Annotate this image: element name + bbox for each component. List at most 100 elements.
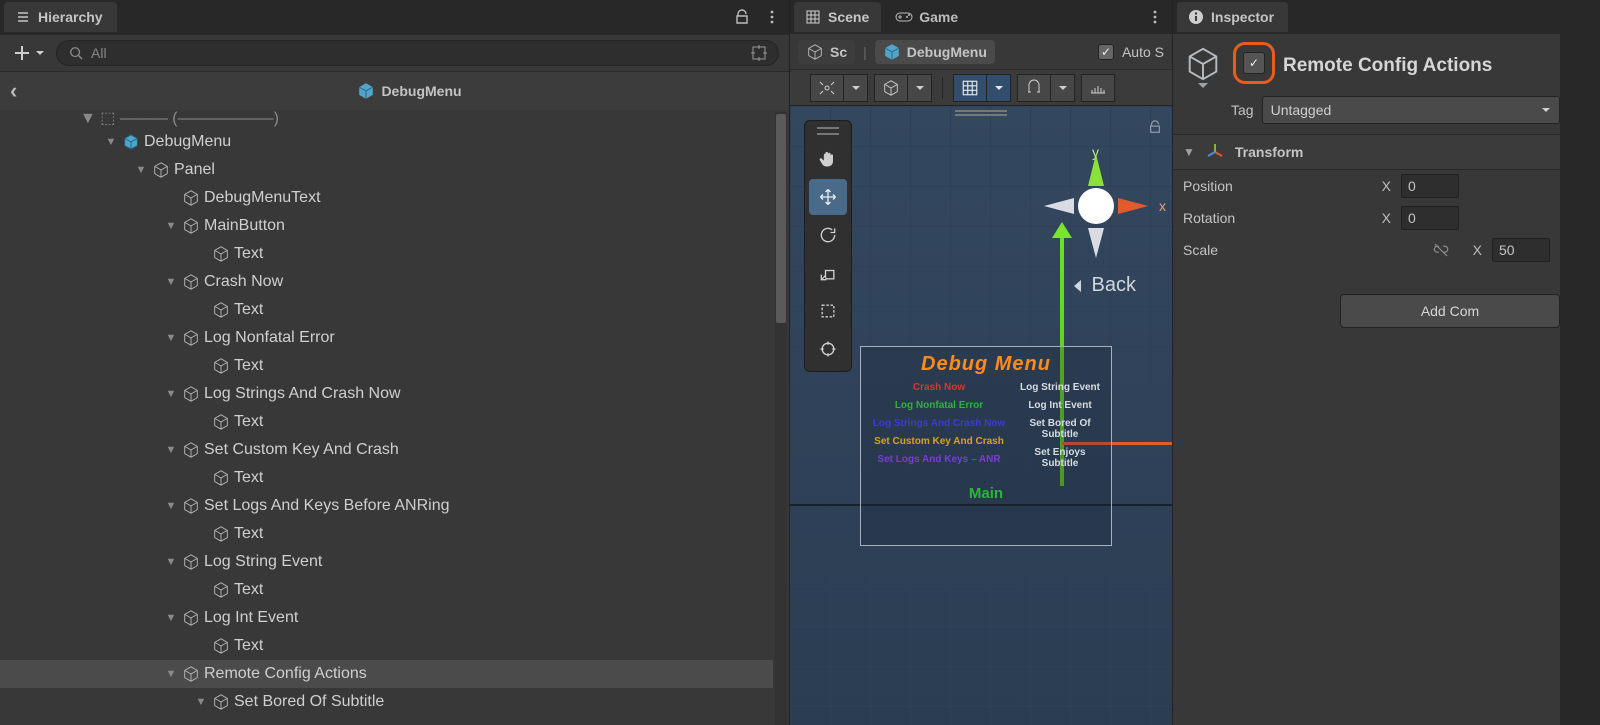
draw-mode-button[interactable] bbox=[810, 74, 844, 102]
scene-crumb-current[interactable]: DebugMenu bbox=[875, 40, 995, 64]
foldout-arrow-icon[interactable] bbox=[164, 332, 178, 344]
cube-icon bbox=[182, 665, 200, 683]
snap-button[interactable] bbox=[1017, 74, 1051, 102]
scene-viewport[interactable]: y x Back Debug Menu Crash NowLog Nonfata… bbox=[790, 106, 1172, 725]
chevron-down-icon[interactable] bbox=[987, 74, 1011, 102]
list-item[interactable]: DebugMenuText bbox=[0, 184, 773, 212]
list-item[interactable]: Log Strings And Crash Now bbox=[0, 380, 773, 408]
list-item[interactable]: Text bbox=[0, 408, 773, 436]
scene-tabbar: Scene Game bbox=[790, 0, 1172, 34]
list-item[interactable]: Crash Now bbox=[0, 268, 773, 296]
add-button[interactable] bbox=[10, 41, 48, 65]
hierarchy-tree[interactable]: ▼ ⬚ ——— (——————)DebugMenuPanelDebugMenuT… bbox=[0, 110, 773, 725]
foldout-arrow-icon[interactable] bbox=[164, 612, 178, 624]
position-row: Position X 0 bbox=[1173, 170, 1560, 202]
gameobject-name[interactable]: Remote Config Actions bbox=[1283, 55, 1492, 77]
list-item-label: Log Nonfatal Error bbox=[204, 329, 335, 347]
list-item[interactable]: Log Int Event bbox=[0, 604, 773, 632]
target-icon[interactable] bbox=[750, 44, 768, 62]
list-item-label: Log String Event bbox=[204, 553, 322, 571]
list-item[interactable]: Log Nonfatal Error bbox=[0, 324, 773, 352]
shading-button[interactable] bbox=[874, 74, 908, 102]
foldout-arrow-icon[interactable] bbox=[164, 220, 178, 232]
move-tool[interactable] bbox=[809, 179, 847, 215]
breadcrumb-label: DebugMenu bbox=[381, 83, 461, 99]
tab-scene[interactable]: Scene bbox=[794, 2, 881, 32]
transform-tool[interactable] bbox=[809, 331, 847, 367]
list-item-label: Log Strings And Crash Now bbox=[204, 385, 401, 403]
hierarchy-tab[interactable]: Hierarchy bbox=[4, 2, 117, 32]
foldout-arrow-icon[interactable] bbox=[194, 696, 208, 708]
foldout-arrow-icon[interactable] bbox=[164, 276, 178, 288]
foldout-arrow-icon[interactable] bbox=[164, 500, 178, 512]
list-item[interactable]: Text bbox=[0, 576, 773, 604]
chevron-down-icon[interactable] bbox=[908, 74, 932, 102]
scale-tool[interactable] bbox=[809, 255, 847, 291]
list-item[interactable]: Panel bbox=[0, 156, 773, 184]
list-item[interactable]: Text bbox=[0, 352, 773, 380]
foldout-arrow-icon[interactable] bbox=[104, 136, 118, 148]
auto-checkbox[interactable] bbox=[1098, 44, 1114, 60]
grid-toggle-button[interactable] bbox=[953, 74, 987, 102]
search-input[interactable] bbox=[91, 45, 744, 61]
search-field[interactable] bbox=[56, 40, 779, 66]
auto-label: Auto S bbox=[1122, 44, 1164, 60]
kebab-icon[interactable] bbox=[1142, 4, 1168, 30]
tag-select[interactable]: Untagged bbox=[1262, 96, 1560, 124]
add-component-button[interactable]: Add Com bbox=[1340, 294, 1560, 328]
foldout-arrow-icon[interactable] bbox=[134, 164, 148, 176]
list-item[interactable]: MainButton bbox=[0, 212, 773, 240]
snap-increment-button[interactable] bbox=[1081, 74, 1115, 102]
list-item[interactable]: Text bbox=[0, 464, 773, 492]
drag-handle-icon[interactable] bbox=[817, 127, 839, 135]
hand-tool[interactable] bbox=[809, 141, 847, 177]
axis-gizmo[interactable]: y x bbox=[1036, 146, 1156, 266]
list-item[interactable]: DebugMenu bbox=[0, 128, 773, 156]
rect-tool[interactable] bbox=[809, 293, 847, 329]
link-icon[interactable] bbox=[1432, 241, 1450, 259]
list-item[interactable]: Set Custom Key And Crash bbox=[0, 436, 773, 464]
lock-icon[interactable] bbox=[729, 4, 755, 30]
chevron-down-icon[interactable] bbox=[844, 74, 868, 102]
debug-menu-preview: Debug Menu Crash NowLog Nonfatal ErrorLo… bbox=[860, 346, 1112, 546]
list-item[interactable]: Set Bored Of Subtitle bbox=[0, 688, 773, 716]
axis-x-label: x bbox=[1159, 198, 1166, 214]
list-item-label: MainButton bbox=[204, 217, 285, 235]
scene-crumb-root[interactable]: Sc bbox=[798, 40, 855, 64]
back-button[interactable]: ‹ bbox=[10, 78, 30, 104]
foldout-arrow-icon[interactable] bbox=[164, 388, 178, 400]
list-item-label: Crash Now bbox=[204, 273, 283, 291]
gameobject-icon[interactable] bbox=[1181, 42, 1225, 86]
inspector-tab[interactable]: Inspector bbox=[1177, 2, 1288, 32]
tab-game[interactable]: Game bbox=[885, 2, 970, 32]
scrollbar[interactable] bbox=[775, 112, 787, 725]
overlay-handle-icon[interactable] bbox=[955, 110, 1007, 116]
list-item[interactable]: Log String Event bbox=[0, 548, 773, 576]
list-item[interactable]: Text bbox=[0, 296, 773, 324]
cube-icon bbox=[212, 525, 230, 543]
active-checkbox[interactable] bbox=[1233, 42, 1275, 84]
foldout-arrow-icon[interactable] bbox=[164, 444, 178, 456]
list-item[interactable]: Remote Config Actions bbox=[0, 660, 773, 688]
list-item[interactable]: Set Logs And Keys Before ANRing bbox=[0, 492, 773, 520]
list-item[interactable]: ▼ ⬚ ——— (——————) bbox=[0, 110, 773, 128]
position-x-input[interactable]: 0 bbox=[1401, 174, 1459, 198]
foldout-arrow-icon[interactable] bbox=[164, 668, 178, 680]
lock-icon[interactable] bbox=[1148, 120, 1162, 134]
debug-menu-item: Log String Event bbox=[1020, 382, 1100, 393]
chevron-down-icon[interactable] bbox=[1051, 74, 1075, 102]
list-item-label: Remote Config Actions bbox=[204, 665, 367, 683]
cube-icon bbox=[182, 441, 200, 459]
inspector-header: Remote Config Actions bbox=[1173, 34, 1560, 90]
axis-x-label: X bbox=[1464, 242, 1482, 258]
transform-component-header[interactable]: ▼ Transform bbox=[1173, 134, 1560, 170]
foldout-arrow-icon[interactable] bbox=[164, 556, 178, 568]
kebab-icon[interactable] bbox=[759, 4, 785, 30]
scale-x-input[interactable]: 50 bbox=[1492, 238, 1550, 262]
list-item[interactable]: Text bbox=[0, 240, 773, 268]
list-item[interactable]: Text bbox=[0, 520, 773, 548]
list-item[interactable]: Text bbox=[0, 632, 773, 660]
rotate-tool[interactable] bbox=[809, 217, 847, 253]
cube-icon bbox=[212, 357, 230, 375]
rotation-x-input[interactable]: 0 bbox=[1401, 206, 1459, 230]
